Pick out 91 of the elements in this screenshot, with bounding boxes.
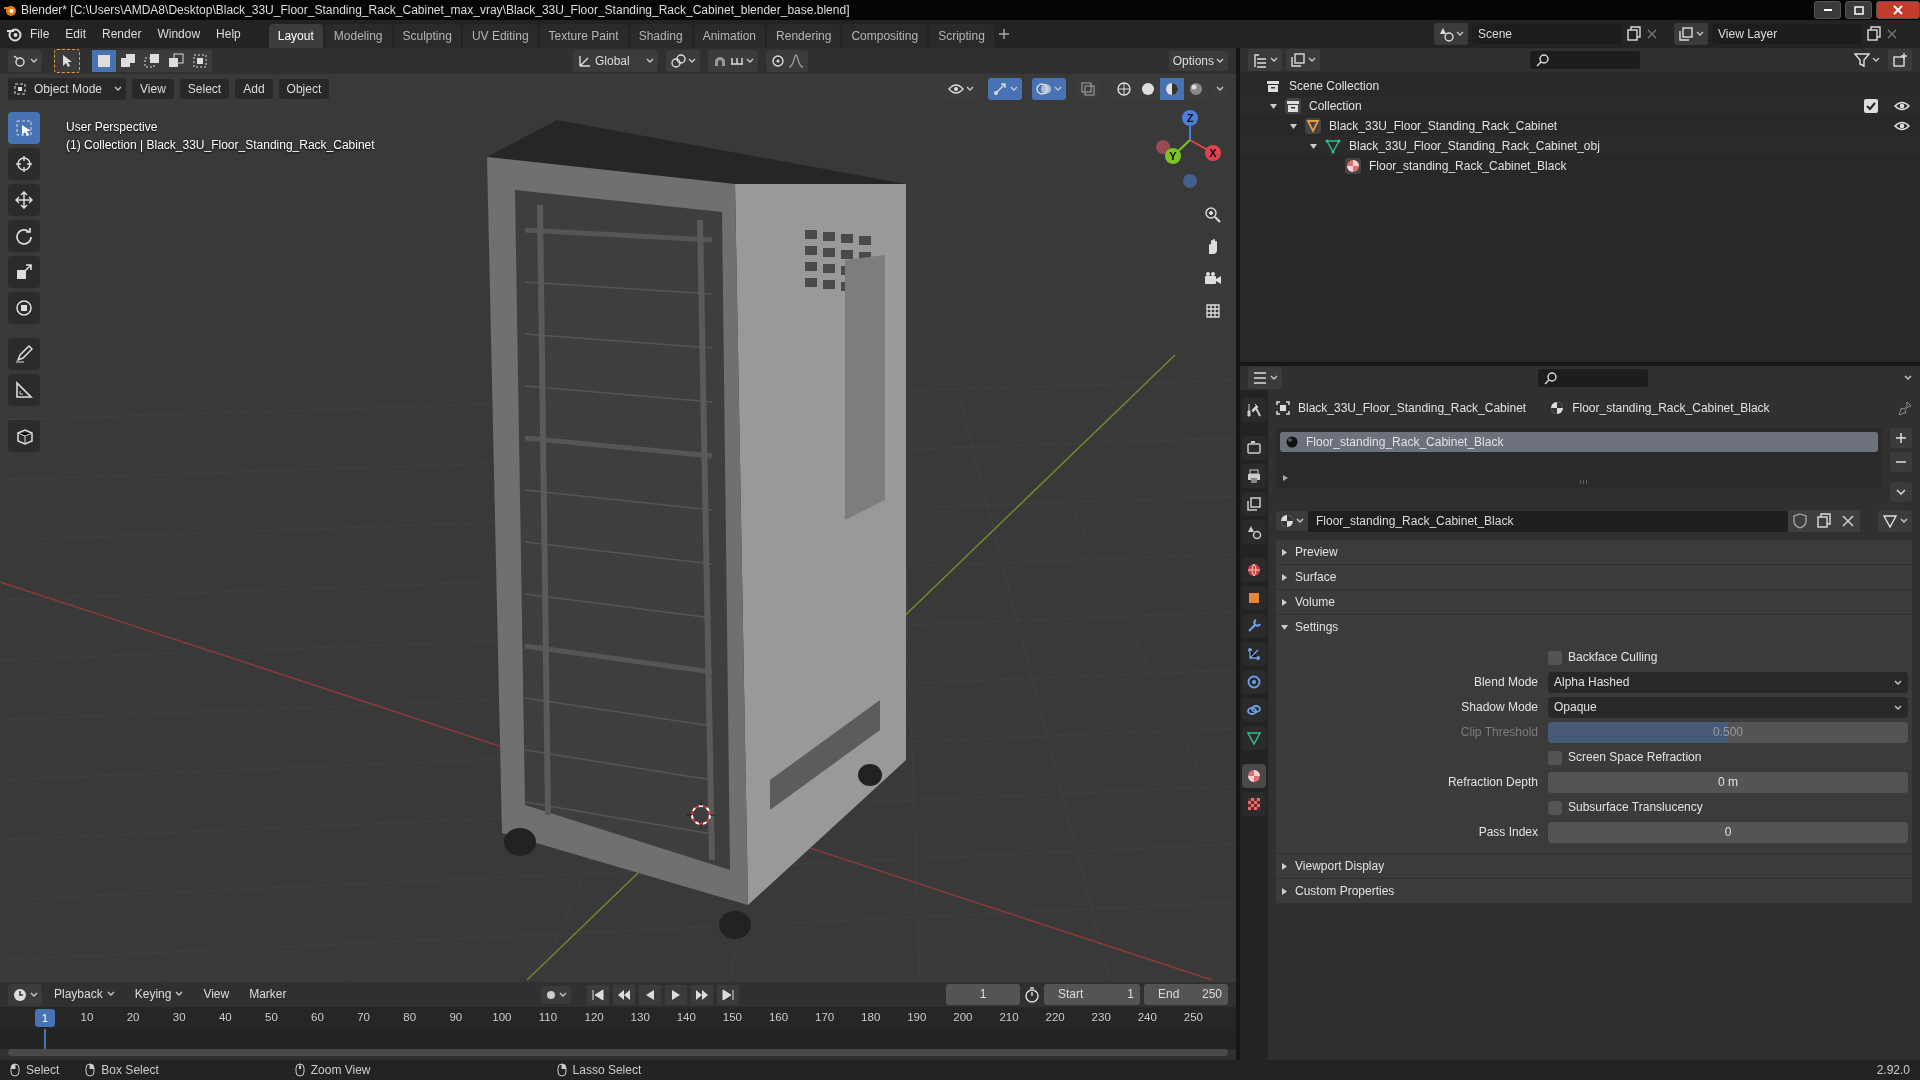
menu-item[interactable]: Edit bbox=[57, 23, 95, 45]
field-label: Refraction Depth bbox=[1446, 775, 1539, 790]
field-label: Shadow Mode bbox=[1460, 700, 1539, 715]
checkbox[interactable]: Screen Space Refraction bbox=[1548, 747, 1908, 768]
frame-number: 180 bbox=[861, 1011, 881, 1025]
shortcut-hint: Zoom View bbox=[310, 1062, 371, 1078]
window-title: Blender* [C:\Users\AMDA8\Desktop\Black_33U_Floor_Standing_Rack_Cabinet_max_vray\Black_33U_Floor_Standing_Rack_Cabinet_blender_base.blend] bbox=[21, 2, 850, 18]
workspace-tab[interactable]: Animation bbox=[693, 23, 766, 48]
menu-item[interactable]: Playback bbox=[46, 984, 123, 1005]
panel-header[interactable]: Volume bbox=[1276, 590, 1912, 614]
checkbox[interactable]: Subsurface Translucency bbox=[1548, 797, 1908, 818]
frame-number: 60 bbox=[311, 1011, 324, 1025]
workspace-tab[interactable]: Scripting bbox=[929, 23, 994, 48]
mode-dropdown[interactable]: Object Mode bbox=[8, 78, 127, 100]
number-field[interactable]: 0 m bbox=[1548, 772, 1908, 793]
workspace-tab[interactable]: Shading bbox=[629, 23, 692, 48]
outliner-item[interactable]: Black_33U_Floor_Standing_Rack_Cabinet bbox=[1240, 116, 1920, 136]
menu-item[interactable]: File bbox=[22, 23, 58, 45]
number-field[interactable]: 0 bbox=[1548, 822, 1908, 843]
outliner-item[interactable]: Floor_standing_Rack_Cabinet_Black bbox=[1240, 156, 1920, 176]
axis-handle[interactable]: X bbox=[1189, 139, 1221, 161]
name-field[interactable]: View Layer bbox=[1712, 23, 1862, 45]
breadcrumb-item[interactable]: Floor_standing_Rack_Cabinet_Black bbox=[1572, 400, 1890, 416]
view-name: User Perspective bbox=[66, 119, 158, 136]
shortcut-hint: Select bbox=[26, 1062, 60, 1078]
material-name-field[interactable]: Floor_standing_Rack_Cabinet_Black bbox=[1308, 510, 1860, 532]
frame-number: 90 bbox=[449, 1011, 463, 1025]
active-object-info: (1) Collection | Black_33U_Floor_Standing_Rack_Cabinet bbox=[66, 137, 375, 154]
frame-number: 100 bbox=[492, 1011, 512, 1025]
frame-number: 190 bbox=[907, 1011, 927, 1025]
workspace-tab[interactable]: Texture Paint bbox=[539, 23, 628, 48]
version-label: 2.92.0 bbox=[1876, 1062, 1910, 1078]
frame-number: 110 bbox=[538, 1011, 558, 1025]
dropdown-field[interactable]: Alpha Hashed bbox=[1548, 672, 1908, 693]
frame-number: 10 bbox=[80, 1011, 94, 1025]
panel-header[interactable]: Viewport Display bbox=[1276, 854, 1912, 878]
breadcrumb-item[interactable]: Black_33U_Floor_Standing_Rack_Cabinet bbox=[1298, 400, 1527, 416]
frame-number: 50 bbox=[265, 1011, 278, 1025]
frame-number: 140 bbox=[676, 1011, 696, 1025]
frame-number: 250 bbox=[1183, 1011, 1203, 1025]
panel-header[interactable]: Preview bbox=[1276, 540, 1912, 564]
frame-number: 80 bbox=[403, 1011, 417, 1025]
menu-item[interactable]: Keying bbox=[126, 984, 192, 1005]
panel-header[interactable]: Settings bbox=[1276, 615, 1912, 639]
material-slot[interactable]: Floor_standing_Rack_Cabinet_Black bbox=[1280, 432, 1878, 452]
frame-number: 230 bbox=[1091, 1011, 1111, 1025]
menu-item[interactable]: View bbox=[132, 78, 174, 100]
orientation-dropdown[interactable]: Global bbox=[572, 50, 658, 72]
frame-number: 210 bbox=[999, 1011, 1019, 1025]
workspace-tab[interactable]: UV Editing bbox=[462, 23, 538, 48]
menu-item[interactable]: Add bbox=[235, 78, 273, 100]
frame-range-field[interactable]: End 250 bbox=[1144, 984, 1228, 1005]
workspace-tab[interactable]: Compositing bbox=[842, 23, 928, 48]
field-label: Clip Threshold bbox=[1459, 725, 1539, 740]
frame-number: 160 bbox=[768, 1011, 789, 1025]
menu-item[interactable]: Window bbox=[149, 23, 209, 45]
outliner-item[interactable]: Scene Collection bbox=[1240, 76, 1920, 96]
frame-number: 130 bbox=[630, 1011, 650, 1025]
workspace-tab[interactable]: Sculpting bbox=[393, 23, 461, 48]
frame-number: 150 bbox=[722, 1011, 742, 1025]
workspace-tab[interactable]: Rendering bbox=[767, 23, 841, 48]
frame-range-field[interactable]: Start 1 bbox=[1044, 984, 1140, 1005]
menu-item[interactable]: Help bbox=[208, 23, 249, 45]
menu-item[interactable]: Marker bbox=[241, 984, 295, 1005]
workspace-tab[interactable]: Modeling bbox=[324, 23, 392, 48]
menu-item[interactable]: View bbox=[195, 984, 238, 1005]
menu-item[interactable]: Render bbox=[94, 23, 150, 45]
dropdown-field[interactable]: Opaque bbox=[1548, 697, 1908, 718]
frame-number: 170 bbox=[815, 1011, 835, 1025]
axis-handle[interactable]: Y bbox=[1165, 139, 1191, 164]
current-frame-marker[interactable]: 1 bbox=[35, 1009, 55, 1027]
frame-number: 220 bbox=[1045, 1011, 1065, 1025]
material-slot-list[interactable]: Floor_standing_Rack_Cabinet_Black bbox=[1276, 428, 1882, 488]
frame-number: 20 bbox=[126, 1011, 140, 1025]
shortcut-hint: Lasso Select bbox=[572, 1062, 642, 1078]
frame-number: 240 bbox=[1137, 1011, 1157, 1025]
shortcut-hint: Box Select bbox=[101, 1062, 159, 1078]
frame-number: 120 bbox=[584, 1011, 604, 1025]
checkbox[interactable]: Backface Culling bbox=[1548, 647, 1908, 668]
panel-header[interactable]: Surface bbox=[1276, 565, 1912, 589]
name-field[interactable]: Scene bbox=[1472, 23, 1622, 45]
options-dropdown[interactable]: Options bbox=[1168, 50, 1228, 72]
frame-number: 70 bbox=[357, 1011, 370, 1025]
frame-number: 40 bbox=[218, 1011, 232, 1025]
current-frame-field[interactable]: 1 bbox=[946, 984, 1020, 1005]
frame-number: 30 bbox=[172, 1011, 186, 1025]
field-label: Pass Index bbox=[1477, 825, 1539, 840]
workspace-tab[interactable]: Layout bbox=[268, 23, 323, 48]
panel-header[interactable]: Custom Properties bbox=[1276, 879, 1912, 903]
frame-number: 200 bbox=[953, 1011, 973, 1025]
field-label: Blend Mode bbox=[1472, 675, 1539, 690]
